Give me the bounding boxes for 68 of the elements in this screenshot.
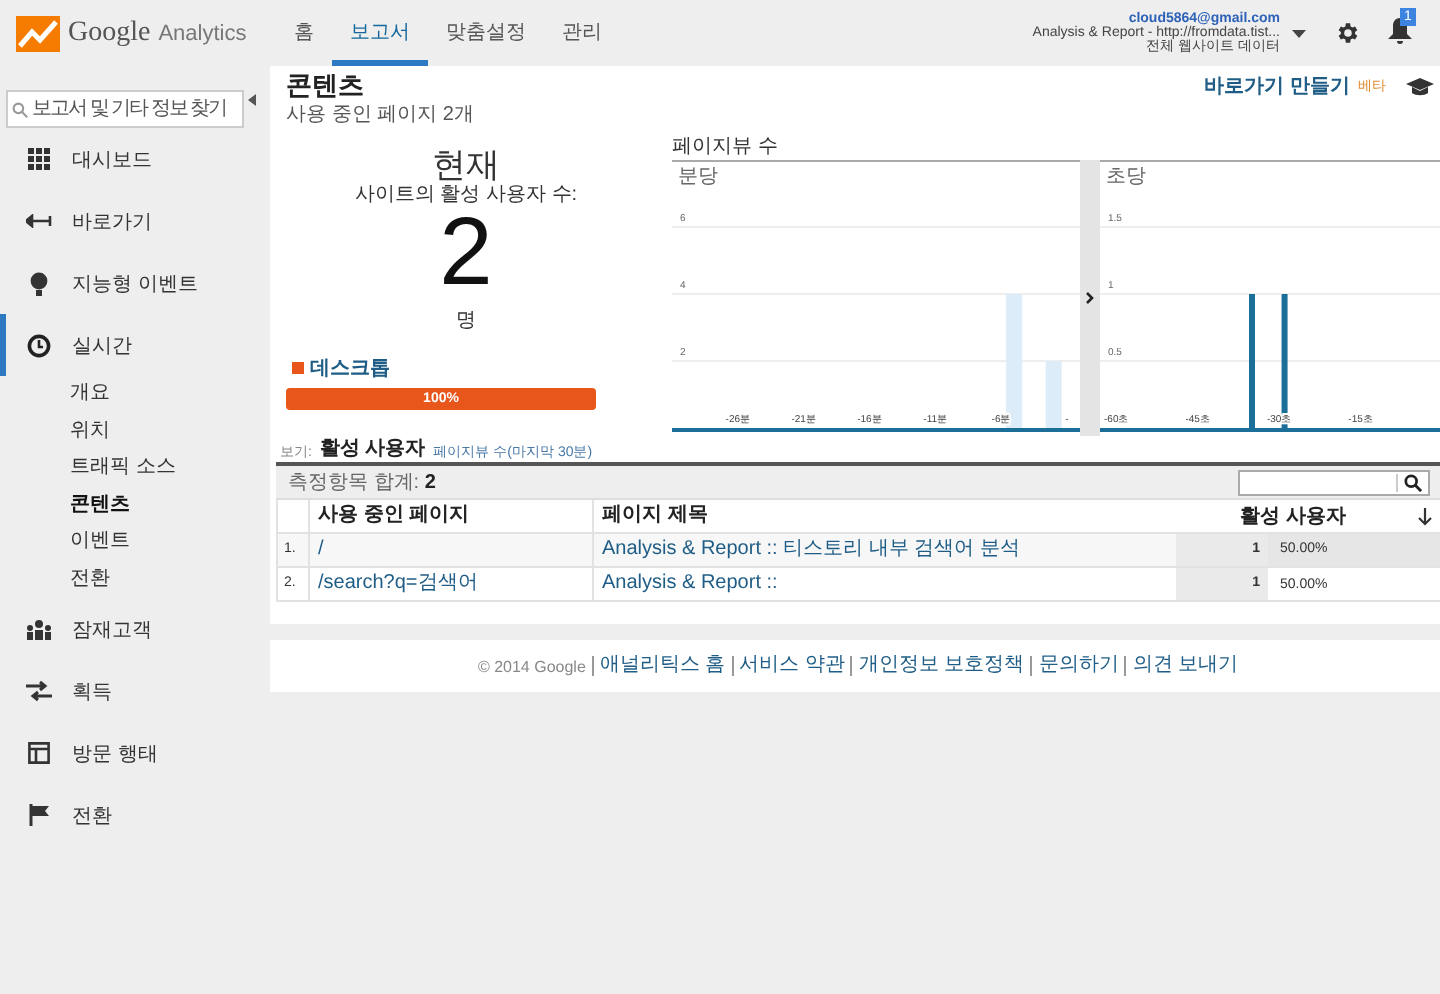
settings-icon[interactable] <box>1334 20 1360 46</box>
now-heading: 현재 <box>430 148 502 184</box>
table-search-field[interactable] <box>1238 469 1430 495</box>
bar <box>1006 294 1023 428</box>
chevron-right-icon[interactable] <box>1086 292 1094 304</box>
brand-name: Google <box>68 17 151 49</box>
sidebar-subitem[interactable]: 트래픽 소스 <box>0 450 260 487</box>
sidebar-subitem[interactable]: 콘텐츠 <box>0 487 260 524</box>
active-user-count: 2 <box>437 206 493 302</box>
sidebar-item[interactable]: 전환 <box>0 784 260 846</box>
clock-icon <box>26 333 52 357</box>
sidebar-item[interactable]: 지능형 이벤트 <box>0 252 260 314</box>
report-subtitle: 사용 중인 페이지 2개 <box>286 102 474 128</box>
count-unit: 명 <box>454 308 478 334</box>
arrows-icon <box>26 680 52 702</box>
search-icon <box>12 101 28 117</box>
layout-icon <box>26 742 52 764</box>
footer-link[interactable]: 서비스 약관 <box>731 656 845 676</box>
collapse-arrow-icon[interactable] <box>248 94 256 106</box>
lightbulb-icon <box>26 271 52 295</box>
nav-tab[interactable]: 맞춤설정 <box>428 0 544 66</box>
footer-link[interactable]: 문의하기 <box>1030 656 1119 676</box>
chart-title: 초당 <box>1106 166 1146 188</box>
footer-link[interactable]: 애널리틱스 홈 <box>591 656 726 676</box>
sidebar-item[interactable]: 잠재고객 <box>0 598 260 660</box>
bar <box>1249 294 1255 428</box>
product-name: Analytics <box>158 21 247 45</box>
footer-link[interactable]: 개인정보 보호정책 <box>850 656 1025 676</box>
page-path-link[interactable]: / <box>310 534 594 566</box>
people-icon <box>26 619 52 639</box>
metric-total: 측정항목 합계: 2 <box>288 470 436 496</box>
search-field[interactable]: 보고서 및 기타 정보 찾기 <box>6 90 244 128</box>
grid-icon <box>26 148 52 170</box>
graduation-cap-icon[interactable] <box>1406 77 1434 95</box>
chart-title: 분당 <box>678 166 718 188</box>
sidebar-subitem[interactable]: 이벤트 <box>0 524 260 561</box>
view-tab[interactable]: 활성 사용자 <box>319 434 426 462</box>
sidebar-subitem[interactable]: 전환 <box>0 561 260 598</box>
sidebar-item[interactable]: 실시간 <box>0 314 260 376</box>
analytics-logo-icon <box>16 15 60 51</box>
sidebar-item[interactable]: 방문 행태 <box>0 722 260 784</box>
nav-tab[interactable]: 홈 <box>276 0 332 66</box>
arrow-icon <box>26 214 52 228</box>
sidebar-item[interactable]: 대시보드 <box>0 128 260 190</box>
sidebar-subitem[interactable]: 개요 <box>0 376 260 413</box>
page-title-link[interactable]: Analysis & Report :: <box>594 568 1176 600</box>
now-caption: 사이트의 활성 사용자 수: <box>352 184 580 206</box>
shortcut-link[interactable]: 바로가기 만들기 <box>1204 72 1350 100</box>
dropdown-caret-icon[interactable] <box>1292 29 1306 37</box>
copyright: © 2014 Google <box>477 657 586 675</box>
report-title: 콘텐츠 <box>286 72 366 100</box>
nav-tab[interactable]: 관리 <box>544 0 620 66</box>
flag-icon <box>26 804 52 826</box>
page-path-link[interactable]: /search?q=검색어 <box>310 568 594 600</box>
page-title-link[interactable]: Analysis & Report :: 티스토리 내부 검색어 분석 <box>594 534 1176 566</box>
sidebar-subitem[interactable]: 위치 <box>0 413 260 450</box>
sort-arrow-icon[interactable] <box>1418 508 1432 526</box>
chart-section-title: 페이지뷰 수 <box>672 136 780 160</box>
footer-link[interactable]: 의견 보내기 <box>1124 656 1239 676</box>
column-header[interactable]: 페이지 제목 <box>594 500 1176 532</box>
bar <box>1045 361 1062 428</box>
legend-label: 데스크톱 <box>310 356 390 382</box>
column-header[interactable]: 사용 중인 페이지 <box>310 500 594 532</box>
search-icon[interactable] <box>1396 473 1428 491</box>
sidebar-item[interactable]: 획득 <box>0 660 260 722</box>
sidebar-item[interactable]: 바로가기 <box>0 190 260 252</box>
bell-icon[interactable] <box>1388 17 1412 43</box>
column-header[interactable]: 활성 사용자 <box>1176 502 1412 530</box>
